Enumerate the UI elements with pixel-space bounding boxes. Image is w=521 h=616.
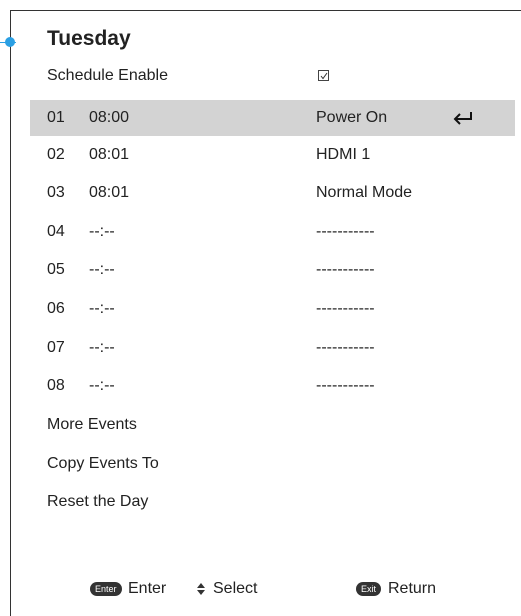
enter-arrow-icon (453, 112, 472, 125)
event-time: 08:01 (89, 184, 130, 201)
reset-day-label: Reset the Day (47, 493, 149, 510)
copy-events-label: Copy Events To (47, 455, 159, 472)
event-number: 02 (47, 146, 65, 163)
event-row-08[interactable]: 08 --:-- ----------- (30, 368, 515, 404)
enter-key-badge: Enter (90, 582, 122, 596)
event-row-06[interactable]: 06 --:-- ----------- (30, 291, 515, 327)
enter-hint-label: Enter (128, 580, 167, 597)
event-row-05[interactable]: 05 --:-- ----------- (30, 252, 515, 288)
event-time: --:-- (89, 300, 115, 317)
up-down-arrows-icon (197, 583, 205, 595)
exit-key-badge: Exit (356, 582, 382, 596)
event-time: --:-- (89, 377, 115, 394)
return-hint-label: Return (388, 580, 437, 597)
event-number: 06 (47, 300, 65, 317)
select-hint-label: Select (213, 580, 258, 597)
event-action: ----------- (316, 339, 375, 356)
event-action: ----------- (316, 261, 375, 278)
event-time: --:-- (89, 223, 115, 240)
event-action: ----------- (316, 300, 375, 317)
event-action: Power On (316, 109, 388, 126)
event-action: HDMI 1 (316, 146, 371, 163)
event-time: --:-- (89, 261, 115, 278)
event-row-02[interactable]: 02 08:01 HDMI 1 (30, 137, 515, 173)
check-icon (320, 72, 328, 80)
event-number: 08 (47, 377, 65, 394)
event-row-03[interactable]: 03 08:01 Normal Mode (30, 175, 515, 211)
reset-day-item[interactable]: Reset the Day (30, 484, 515, 520)
page-title: Tuesday (47, 27, 131, 50)
copy-events-item[interactable]: Copy Events To (30, 446, 515, 482)
event-number: 05 (47, 261, 65, 278)
event-row-04[interactable]: 04 --:-- ----------- (30, 214, 515, 250)
key-hint-bar: Enter Enter Select Exit Return (0, 577, 521, 601)
schedule-enable-checkbox[interactable] (318, 70, 329, 81)
event-action: ----------- (316, 377, 375, 394)
event-row-01[interactable]: 01 08:00 Power On (30, 100, 515, 136)
event-time: 08:01 (89, 146, 130, 163)
event-action: Normal Mode (316, 184, 413, 201)
event-time: 08:00 (89, 109, 130, 126)
focus-marker-dot (5, 37, 15, 47)
event-number: 01 (47, 109, 65, 126)
event-row-07[interactable]: 07 --:-- ----------- (30, 330, 515, 366)
event-number: 04 (47, 223, 65, 240)
event-time: --:-- (89, 339, 115, 356)
schedule-enable-row[interactable]: Schedule Enable (30, 58, 515, 94)
schedule-enable-label: Schedule Enable (47, 67, 168, 84)
more-events-item[interactable]: More Events (30, 407, 515, 443)
more-events-label: More Events (47, 416, 137, 433)
event-number: 03 (47, 184, 65, 201)
event-number: 07 (47, 339, 65, 356)
event-action: ----------- (316, 223, 375, 240)
